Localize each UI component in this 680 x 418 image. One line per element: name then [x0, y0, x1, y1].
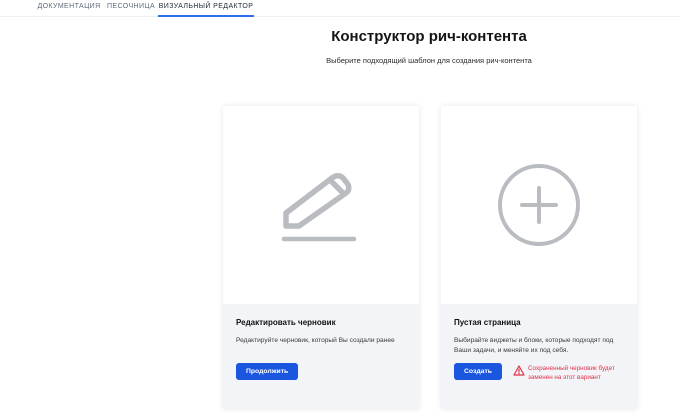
continue-button[interactable]: Продолжить: [236, 363, 299, 380]
tab-visual-editor[interactable]: Визуальный редактор: [158, 0, 254, 17]
card-title: Редактировать черновик: [236, 318, 336, 327]
page-subtitle: Выберите подходящий шаблон для создания …: [326, 56, 532, 65]
page-title: Конструктор рич-контента: [331, 28, 527, 45]
edit-draft-card[interactable]: Редактировать черновик Редактируйте черн…: [223, 106, 419, 409]
card-description: Редактируйте черновик, который Вы создал…: [236, 337, 395, 344]
pencil-icon: [278, 168, 358, 244]
tab-documentation[interactable]: Документация: [34, 0, 104, 15]
card-visual: [441, 106, 637, 304]
card-info: Пустая страница Выбирайте виджеты и блок…: [441, 304, 637, 409]
create-button[interactable]: Создать: [454, 363, 502, 380]
blank-page-card[interactable]: Пустая страница Выбирайте виджеты и блок…: [441, 106, 637, 409]
card-title: Пустая страница: [454, 318, 521, 327]
tab-sandbox[interactable]: Песочница: [106, 0, 156, 15]
card-description: Выбирайте виджеты и блоки, которые подхо…: [454, 337, 614, 354]
card-visual: [223, 106, 419, 304]
warning-triangle-icon: [513, 363, 525, 376]
warning-text: Сохраненный черновик будет заменен на эт…: [528, 365, 615, 381]
plus-circle-icon: [496, 162, 582, 248]
tab-bar: Документация Песочница Визуальный редакт…: [0, 0, 680, 17]
card-info: Редактировать черновик Редактируйте черн…: [223, 304, 419, 409]
